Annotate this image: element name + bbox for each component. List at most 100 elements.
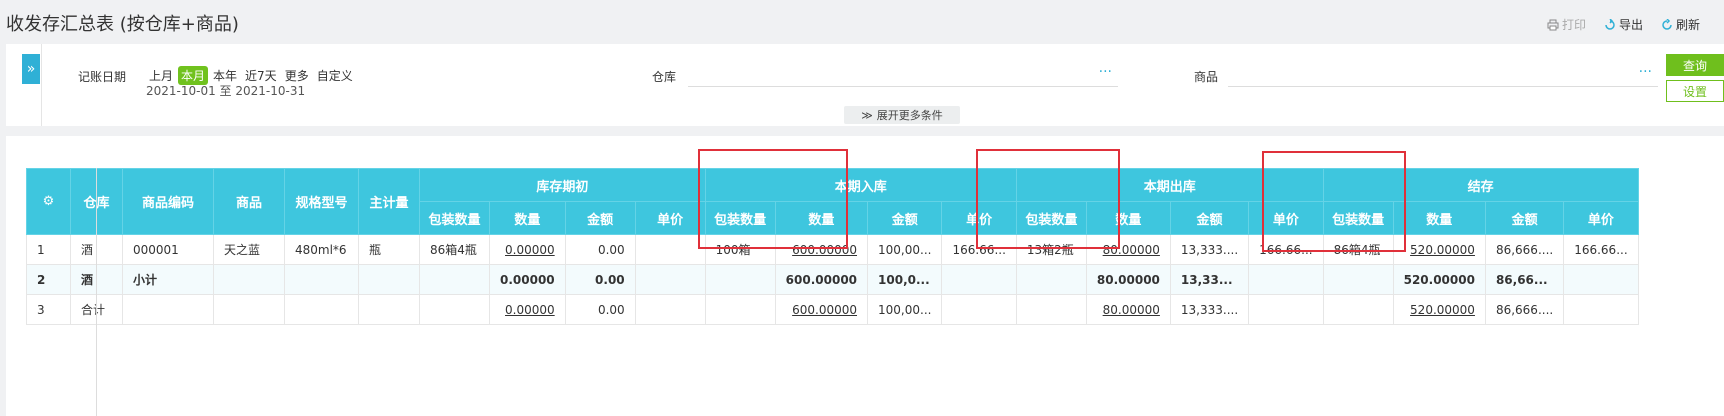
cell-value: 13,33...: [1169, 264, 1250, 295]
cell-value: [704, 264, 776, 295]
sub-header-cell: 数量: [1392, 201, 1486, 235]
cell-value: [1015, 264, 1087, 295]
sub-header-cell: 数量: [774, 201, 869, 235]
cell-value: 100,00...: [867, 294, 943, 325]
group-header-outbound: 本期出库: [1015, 168, 1324, 202]
product-input[interactable]: ···: [1228, 64, 1658, 87]
cell-value: 80.00000: [1085, 294, 1171, 325]
cell-value: [634, 294, 706, 325]
sub-header-cell: 金额: [867, 201, 943, 235]
cell-no: 2: [26, 264, 71, 295]
settings-button[interactable]: 设置: [1666, 80, 1724, 102]
cell-value: 600.00000: [774, 264, 869, 295]
date-range-text: 2021-10-01 至 2021-10-31: [146, 84, 306, 98]
quantity-link[interactable]: 0.00000: [505, 243, 555, 257]
cell-spec: [284, 294, 359, 325]
quantity-link[interactable]: 80.00000: [1103, 303, 1160, 317]
cell-product: [213, 294, 285, 325]
refresh-icon: [1662, 18, 1672, 30]
export-label: 导出: [1618, 18, 1643, 32]
filter-panel: » 记账日期 上月 本月 本年 近7天 更多 自定义 2021-10-01 至 …: [6, 44, 1724, 126]
gear-icon: ⚙: [42, 194, 55, 209]
cell-value: [1322, 294, 1394, 325]
cell-spec: [284, 264, 359, 295]
cell-unit: [358, 294, 420, 325]
quantity-link[interactable]: 0.00000: [505, 303, 555, 317]
table-row[interactable]: 2 酒小计 0.00000 0.00 600.00000 100,0... 80.00000…: [26, 264, 1639, 295]
cell-value: [704, 294, 776, 325]
sub-header-cell: 单价: [941, 201, 1017, 235]
export-icon: [1605, 18, 1615, 30]
more-dots-icon[interactable]: ···: [1639, 64, 1652, 80]
sub-header-cell: 包装数量: [704, 201, 776, 235]
quantity-link[interactable]: 600.00000: [792, 243, 857, 257]
cell-value: 600.00000: [774, 294, 869, 325]
cell-code: 000001: [122, 234, 214, 265]
summary-table: ⚙ 仓库 商品编码 商品 规格型号 主计量 库存期初 本期入库 本期出库 结存 …: [26, 168, 1639, 325]
cell-unit: [358, 264, 420, 295]
cell-value: 86,666....: [1484, 234, 1565, 265]
cell-value: 0.00000: [489, 264, 566, 295]
cell-value: [941, 294, 1017, 325]
table-row[interactable]: 3 合计 0.00000 0.00 600.00000 100,00... 80.00000…: [26, 294, 1639, 325]
cell-value: [1563, 264, 1639, 295]
group-header-closing: 结存: [1322, 168, 1639, 202]
cell-value: 166.66...: [1563, 234, 1639, 265]
cell-value: 80.00000: [1085, 234, 1171, 265]
cell-value: [1015, 294, 1087, 325]
cell-value: [634, 264, 706, 295]
cell-value: 100箱: [704, 234, 776, 265]
refresh-button[interactable]: 刷新: [1661, 16, 1700, 33]
cell-value: [419, 294, 490, 325]
expand-more-conditions-button[interactable]: ≫ 展开更多条件: [844, 106, 960, 124]
export-button[interactable]: 导出: [1604, 16, 1643, 33]
quantity-link[interactable]: 520.00000: [1410, 243, 1475, 257]
query-button[interactable]: 查询: [1666, 54, 1724, 76]
table-area: ⚙ 仓库 商品编码 商品 规格型号 主计量 库存期初 本期入库 本期出库 结存 …: [6, 136, 1724, 416]
warehouse-input[interactable]: ···: [688, 64, 1118, 87]
group-header-opening: 库存期初: [419, 168, 706, 202]
sub-header-cell: 单价: [1248, 201, 1324, 235]
expand-sidebar-button[interactable]: »: [22, 54, 40, 84]
more-dots-icon[interactable]: ···: [1099, 64, 1112, 80]
toolbar: 打印 导出 刷新: [1547, 16, 1700, 33]
product-label: 商品: [1194, 70, 1219, 84]
cell-value: 0.00: [564, 294, 636, 325]
cell-value: 520.00000: [1392, 234, 1486, 265]
cell-value: [1248, 294, 1324, 325]
cell-product: [213, 264, 285, 295]
table-row[interactable]: 1 酒 000001 天之蓝 480ml*6 瓶 86箱4瓶 0.00000 0.00 100箱 6…: [26, 234, 1639, 265]
sub-header-cell: 包装数量: [419, 201, 490, 235]
column-settings-header[interactable]: ⚙: [26, 168, 71, 235]
cell-no: 1: [26, 234, 71, 265]
cell-value: 13,333....: [1169, 294, 1250, 325]
sub-header-cell: 单价: [1563, 201, 1639, 235]
more-conditions-label: 展开更多条件: [876, 109, 943, 122]
quantity-link[interactable]: 520.00000: [1410, 303, 1475, 317]
cell-value: 86,66...: [1484, 264, 1565, 295]
cell-value: 0.00: [564, 264, 636, 295]
cell-value: 520.00000: [1392, 264, 1486, 295]
date-filter-label: 记账日期: [78, 70, 127, 84]
cell-code: [122, 294, 214, 325]
cell-value: 86,666....: [1484, 294, 1565, 325]
cell-product: 天之蓝: [213, 234, 285, 265]
header-unit: 主计量: [358, 168, 420, 235]
sub-header-cell: 单价: [634, 201, 706, 235]
printer-icon: [1547, 19, 1559, 30]
filter-divider: [41, 44, 42, 126]
quantity-link[interactable]: 80.00000: [1103, 243, 1160, 257]
cell-value: 0.00000: [489, 234, 566, 265]
header-product: 商品: [213, 168, 285, 235]
cell-value: 80.00000: [1085, 264, 1171, 295]
date-option-custom[interactable]: 自定义: [314, 66, 356, 85]
table-left-border: [96, 168, 97, 416]
cell-value: [419, 264, 490, 295]
quantity-link[interactable]: 600.00000: [792, 303, 857, 317]
cell-value: 0.00000: [489, 294, 566, 325]
chevron-double-down-icon: ≫: [861, 108, 873, 122]
print-button[interactable]: 打印: [1547, 16, 1586, 33]
sub-header-cell: 金额: [564, 201, 636, 235]
table-body: 1 酒 000001 天之蓝 480ml*6 瓶 86箱4瓶 0.00000 0.00 100箱 6…: [26, 234, 1639, 325]
cell-code: 小计: [122, 264, 214, 295]
